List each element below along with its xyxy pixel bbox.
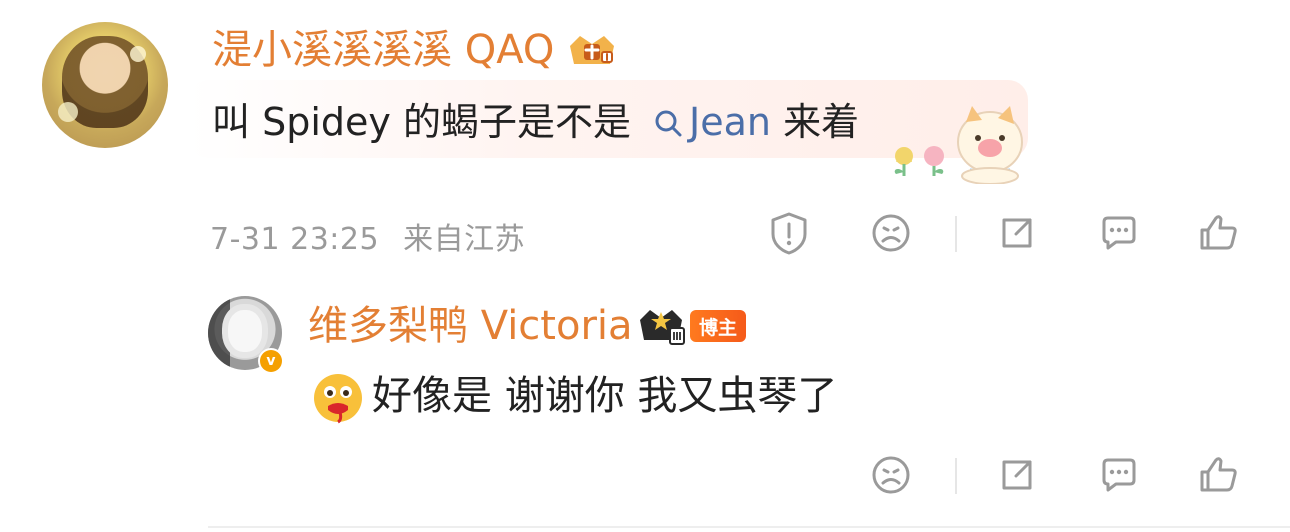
blogger-tag: 博主 (690, 310, 746, 342)
reply-text: 好像是 谢谢你 我又虫琴了 (372, 373, 838, 419)
like-icon[interactable] (1196, 210, 1242, 256)
cat-sticker-icon (894, 106, 1023, 184)
avatar-flower-art (130, 46, 146, 62)
search-icon (653, 101, 683, 149)
comment-text-suffix: 来着 (783, 100, 860, 144)
dislike-face-icon[interactable] (868, 452, 914, 498)
comment-text-prefix: 叫 Spidey 的蝎子是不是 (212, 100, 631, 144)
crown-badge-icon (570, 36, 614, 64)
divider (955, 458, 957, 494)
search-link[interactable]: Jean (689, 100, 771, 144)
comment-icon[interactable] (1096, 210, 1142, 256)
divider (955, 216, 957, 252)
verified-badge-icon: v (258, 348, 284, 374)
location: 来自江苏 (403, 222, 526, 257)
crown-badge-icon (640, 310, 685, 345)
report-icon[interactable] (766, 210, 812, 256)
comment-text: 叫 Spidey 的蝎子是不是 Jean 来着 (212, 98, 859, 149)
avatar[interactable] (42, 22, 168, 148)
crying-emoji-icon (314, 374, 362, 424)
share-icon[interactable] (994, 452, 1040, 498)
timestamp: 7-31 23:25 (210, 222, 380, 257)
comment-meta: 7-31 23:25 来自江苏 (210, 214, 525, 258)
reply-username[interactable]: 维多梨鸭 Victoria (308, 302, 633, 350)
comment-username[interactable]: 湜小溪溪溪溪 QAQ (212, 26, 554, 74)
divider (208, 526, 1290, 528)
share-icon[interactable] (994, 210, 1040, 256)
avatar-background-art (208, 296, 230, 370)
avatar-face-art (228, 310, 262, 352)
comment-icon[interactable] (1096, 452, 1142, 498)
dislike-face-icon[interactable] (868, 210, 914, 256)
avatar-flower-art (58, 102, 78, 122)
like-icon[interactable] (1196, 452, 1242, 498)
